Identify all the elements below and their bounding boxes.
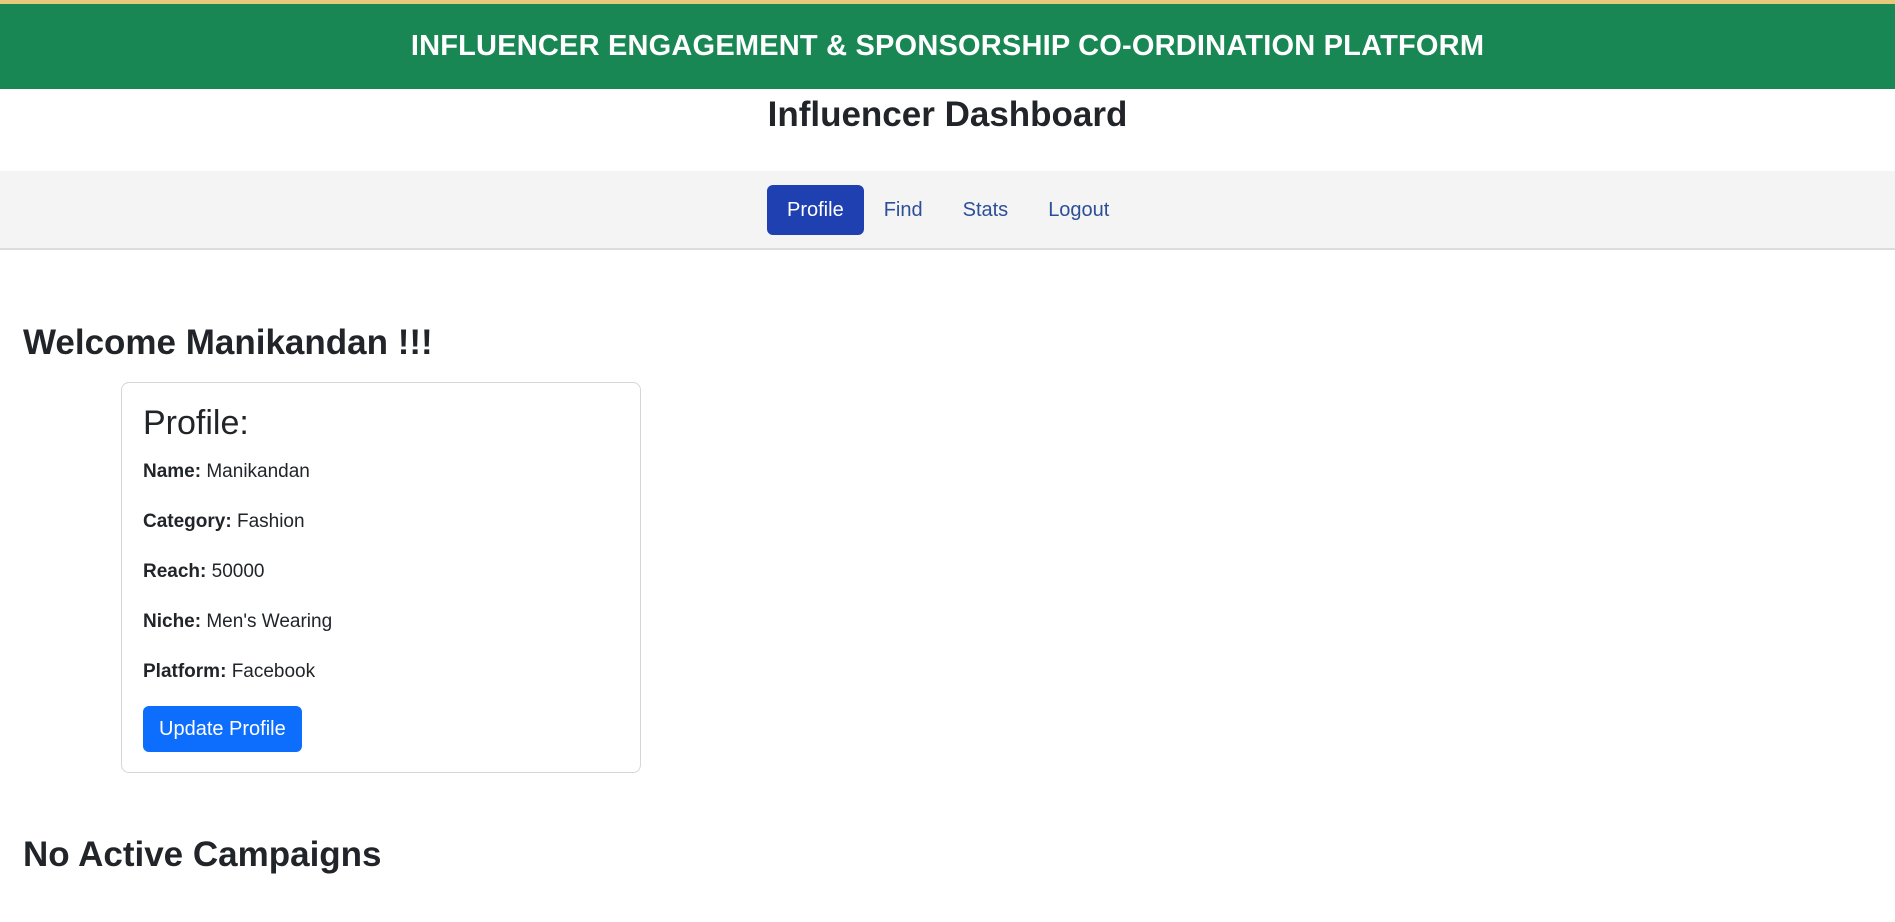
update-profile-button[interactable]: Update Profile <box>143 706 302 752</box>
field-value: Manikandan <box>206 461 310 482</box>
nav-item-stats: Stats <box>943 185 1029 235</box>
profile-card: Profile: Name: Manikandan Category: Fash… <box>121 382 641 773</box>
field-label: Platform: <box>143 661 227 682</box>
nav-item-profile: Profile <box>767 185 864 235</box>
nav-list: Profile Find Stats Logout <box>767 185 1129 235</box>
profile-field-niche: Niche: Men's Wearing <box>143 609 332 635</box>
nav-item-logout: Logout <box>1028 185 1129 235</box>
field-value: Facebook <box>231 661 316 682</box>
profile-field-platform: Platform: Facebook <box>143 659 315 685</box>
no-campaigns-heading: No Active Campaigns <box>23 835 382 874</box>
profile-card-title: Profile: <box>143 404 249 442</box>
app-title: INFLUENCER ENGAGEMENT & SPONSORSHIP CO-O… <box>410 30 1485 62</box>
main-navbar: Profile Find Stats Logout <box>0 171 1895 250</box>
field-value: Fashion <box>236 511 305 532</box>
nav-link-logout[interactable]: Logout <box>1028 185 1129 235</box>
field-label: Name: <box>143 461 202 482</box>
field-label: Category: <box>143 511 232 532</box>
profile-field-category: Category: Fashion <box>143 509 305 535</box>
field-value: 50000 <box>211 561 265 582</box>
field-value: Men's Wearing <box>206 611 333 632</box>
app-banner: INFLUENCER ENGAGEMENT & SPONSORSHIP CO-O… <box>0 4 1895 89</box>
nav-link-profile[interactable]: Profile <box>767 185 864 235</box>
profile-field-name: Name: Manikandan <box>143 459 310 485</box>
nav-item-find: Find <box>864 185 943 235</box>
page-title: Influencer Dashboard <box>767 95 1128 134</box>
nav-link-stats[interactable]: Stats <box>943 185 1029 235</box>
welcome-heading: Welcome Manikandan !!! <box>23 323 433 362</box>
nav-link-find[interactable]: Find <box>864 185 943 235</box>
profile-field-reach: Reach: 50000 <box>143 559 264 585</box>
field-label: Reach: <box>143 561 207 582</box>
field-label: Niche: <box>143 611 202 632</box>
